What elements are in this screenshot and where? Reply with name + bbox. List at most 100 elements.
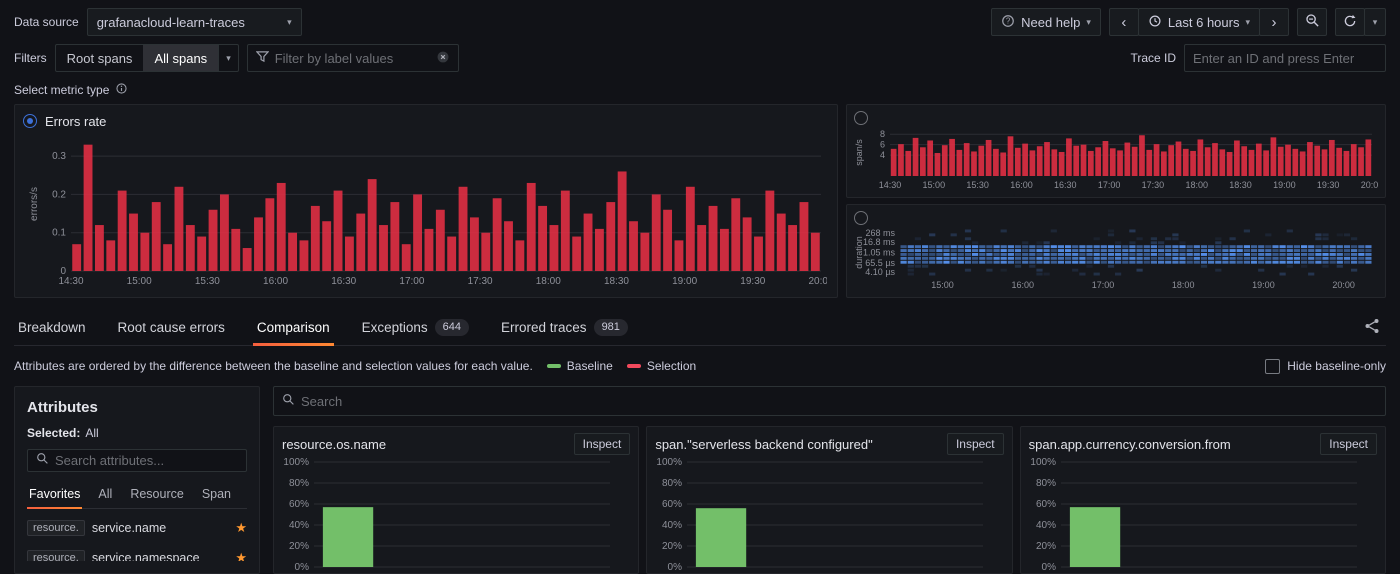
svg-text:20:00: 20:00 [1361,180,1378,190]
svg-text:20:00: 20:00 [808,276,827,287]
errored-traces-count-badge: 981 [594,319,628,336]
time-shift-forward-button[interactable]: › [1259,8,1289,36]
svg-text:0.2: 0.2 [52,189,66,200]
time-shift-back-button[interactable]: ‹ [1109,8,1139,36]
zoom-out-time-button[interactable] [1297,8,1327,36]
tab-label: Breakdown [18,320,86,335]
tab-comparison[interactable]: Comparison [253,310,334,346]
funnel-icon [256,50,269,66]
hide-baseline-only-label: Hide baseline-only [1287,359,1386,373]
svg-text:19:30: 19:30 [740,276,765,287]
tab-exceptions[interactable]: Exceptions644 [358,310,473,346]
scope-option-root-spans[interactable]: Root spans [56,45,144,71]
duration-radio[interactable] [854,211,868,225]
svg-text:15:00: 15:00 [923,180,946,190]
time-range-picker[interactable]: Last 6 hours ▾ [1138,8,1260,36]
exceptions-count-badge: 644 [435,319,469,336]
favorite-star-icon[interactable]: ★ [235,521,247,534]
svg-text:17:00: 17:00 [399,276,424,287]
label-filter-input[interactable] [275,51,430,66]
inspect-button[interactable]: Inspect [1320,433,1377,455]
attr-tab-all[interactable]: All [96,481,114,508]
comparison-info-text: Attributes are ordered by the difference… [14,359,533,373]
svg-text:20:00: 20:00 [1332,280,1355,290]
svg-text:80%: 80% [289,478,309,489]
svg-text:6: 6 [880,140,885,150]
selection-legend-mark [627,364,641,368]
attr-tab-favorites[interactable]: Favorites [27,481,82,508]
need-help-button[interactable]: ? Need help ▾ [991,8,1101,36]
svg-text:15:00: 15:00 [931,280,954,290]
svg-text:18:00: 18:00 [1172,280,1195,290]
span-rate-radio[interactable] [854,111,868,125]
svg-text:?: ? [1006,16,1011,25]
trace-id-input[interactable] [1193,51,1377,66]
chevron-right-icon: › [1272,15,1277,30]
refresh-button[interactable] [1335,8,1365,36]
selected-label: Selected: [27,426,80,440]
svg-text:16:00: 16:00 [1010,180,1033,190]
svg-text:19:30: 19:30 [1317,180,1340,190]
duration-panel[interactable]: duration268 ms16.8 ms1.05 ms65.5 µs4.10 … [846,204,1386,298]
svg-text:16:00: 16:00 [1011,280,1034,290]
info-icon[interactable] [115,82,128,98]
need-help-label: Need help [1021,15,1080,30]
clear-filter-icon[interactable] [436,50,450,67]
value-search-box [273,386,1386,416]
baseline-legend-label: Baseline [567,359,613,373]
tab-errored-traces[interactable]: Errored traces981 [497,310,632,346]
span-scope-radio-group: Root spans All spans ▾ [55,44,239,72]
svg-text:15:30: 15:30 [966,180,989,190]
panel-span-app-currency-conversion-from: span.app.currency.conversion.from Inspec… [1020,426,1386,574]
panel-title: span."serverless backend configured" [655,437,872,452]
tab-breakdown[interactable]: Breakdown [14,310,90,346]
top-toolbar: Data source grafanacloud-learn-traces ▾ … [14,6,1386,38]
svg-text:15:30: 15:30 [195,276,220,287]
legend-selection: Selection [627,359,696,373]
favorite-star-icon[interactable]: ★ [235,551,247,561]
data-source-label: Data source [14,15,79,29]
svg-text:100%: 100% [657,457,683,468]
svg-text:4.10 µs: 4.10 µs [865,267,895,277]
attribute-item-service-namespace[interactable]: resource. service.namespace ★ [27,543,247,561]
attr-tab-resource[interactable]: Resource [128,481,186,508]
svg-text:16:00: 16:00 [263,276,288,287]
search-icon [282,393,295,409]
hide-baseline-only-checkbox[interactable] [1265,359,1280,374]
errors-rate-chart: errors/s00.10.20.314:3015:0015:3016:0016… [23,131,827,289]
chevron-left-icon: ‹ [1121,15,1126,30]
tab-root-cause-errors[interactable]: Root cause errors [114,310,229,346]
share-button[interactable] [1358,314,1386,342]
attribute-tabs: Favorites All Resource Span [27,481,247,509]
trace-id-inputbox [1184,44,1386,72]
data-source-picker[interactable]: grafanacloud-learn-traces ▾ [87,8,302,36]
inspect-button[interactable]: Inspect [574,433,631,455]
errors-rate-label: Errors rate [45,114,106,129]
attribute-name: service.namespace [92,551,200,561]
tab-bar: Breakdown Root cause errors Comparison E… [14,310,1386,346]
svg-text:errors/s: errors/s [29,187,40,221]
chevron-down-icon: ▾ [1245,18,1250,27]
errors-rate-radio[interactable] [23,114,37,128]
attribute-value-chart: 0%20%40%60%80%100% [274,457,620,573]
inspect-button[interactable]: Inspect [947,433,1004,455]
filter-bar: Filters Root spans All spans ▾ Trace ID [14,44,1386,72]
value-search-input[interactable] [301,394,1377,409]
svg-text:0%: 0% [1041,562,1056,573]
metric-charts-row: Errors rate errors/s00.10.20.314:3015:00… [14,104,1386,298]
svg-text:100%: 100% [283,457,309,468]
svg-text:16:30: 16:30 [331,276,356,287]
refresh-interval-dropdown[interactable]: ▾ [1364,8,1386,36]
scope-option-all-spans[interactable]: All spans [143,45,218,71]
svg-text:19:00: 19:00 [1252,280,1275,290]
svg-text:span/s: span/s [854,139,864,166]
attr-tab-span[interactable]: Span [200,481,233,508]
scope-options-dropdown[interactable]: ▾ [218,45,238,71]
errors-rate-panel[interactable]: Errors rate errors/s00.10.20.314:3015:00… [14,104,838,298]
svg-text:60%: 60% [1036,499,1056,510]
span-rate-panel[interactable]: span/s46814:3015:0015:3016:0016:3017:001… [846,104,1386,198]
attribute-item-service-name[interactable]: resource. service.name ★ [27,513,247,543]
attribute-search-input[interactable] [55,453,238,468]
svg-text:19:00: 19:00 [1273,180,1296,190]
label-filter-inputbox [247,44,459,72]
